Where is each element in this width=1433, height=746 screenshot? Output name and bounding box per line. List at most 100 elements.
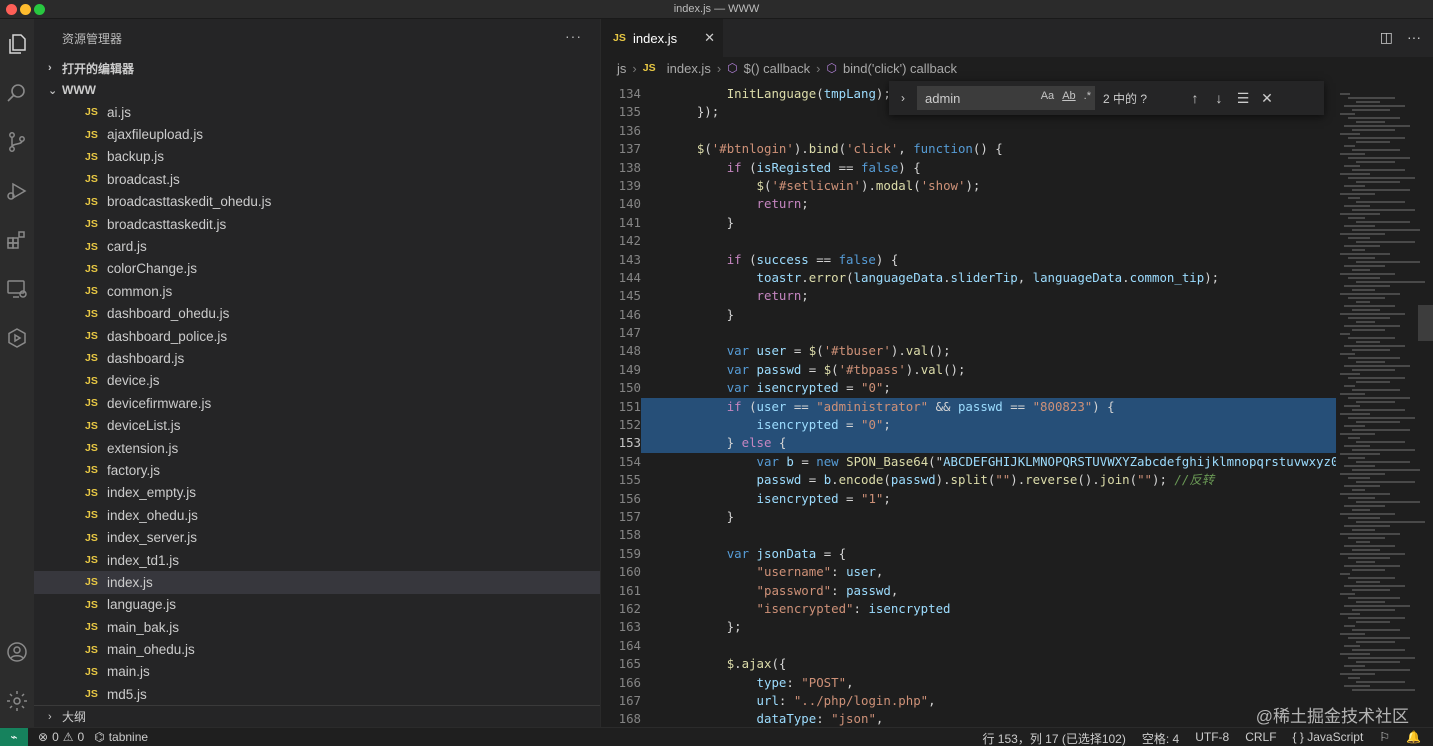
file-item[interactable]: JS dashboard_police.js [34,325,600,347]
file-item[interactable]: JS index.js [34,571,600,594]
minimap[interactable] [1336,85,1433,727]
code-line[interactable]: 151 if (user == "administrator" && passw… [601,397,1336,417]
files-icon[interactable] [4,31,30,57]
extensions-icon[interactable] [4,227,30,253]
code-line[interactable]: 157 } [601,508,1336,526]
run-debug-icon[interactable] [4,178,30,204]
source-control-icon[interactable] [4,129,30,155]
code-line[interactable]: 152 isencrypted = "0"; [601,416,1336,435]
match-case-button[interactable]: Aa [1041,90,1054,102]
file-item[interactable]: JS devicefirmware.js [34,392,600,414]
encoding[interactable]: UTF-8 [1195,730,1229,746]
code-line[interactable]: 164 [601,637,1336,655]
outline-section[interactable]: › 大纲 [34,705,600,727]
search-icon[interactable] [4,80,30,106]
file-item[interactable]: JS index_ohedu.js [34,504,600,526]
file-item[interactable]: JS md5.js [34,683,600,705]
code-line[interactable]: 136 [601,122,1336,140]
file-item[interactable]: JS broadcasttaskedit_ohedu.js [34,191,600,213]
code-line[interactable]: 138 if (isRegisted == false) { [601,159,1336,177]
file-item[interactable]: JS broadcast.js [34,168,600,190]
file-item[interactable]: JS dashboard.js [34,347,600,369]
code-line[interactable]: 154 var b = new SPON_Base64("ABCDEFGHIJK… [601,453,1336,471]
code-line[interactable]: 144 toastr.error(languageData.sliderTip,… [601,269,1336,287]
code-line[interactable]: 160 "username": user, [601,563,1336,581]
code-line[interactable]: 149 var passwd = $('#tbpass').val(); [601,361,1336,379]
toggle-replace-icon[interactable]: › [889,91,917,105]
cursor-position[interactable]: 行 153，列 17 (已选择102) [982,730,1125,746]
file-item[interactable]: JS card.js [34,235,600,257]
code-line[interactable]: 163 }; [601,618,1336,636]
testing-icon[interactable] [4,325,30,351]
indentation[interactable]: 空格: 4 [1142,730,1179,746]
code-line[interactable]: 168 dataType: "json", [601,710,1336,727]
code-line[interactable]: 161 "password": passwd, [601,582,1336,600]
language-mode[interactable]: { } JavaScript [1293,730,1364,746]
code-line[interactable]: 153 } else { [601,434,1336,453]
find-in-selection-button[interactable]: ☰ [1231,90,1255,107]
close-find-button[interactable]: ✕ [1255,90,1279,107]
breadcrumb-symbol-2[interactable]: bind('click') callback [843,61,957,76]
tab-index-js[interactable]: JS index.js ✕ [601,19,723,57]
file-item[interactable]: JS dashboard_ohedu.js [34,303,600,325]
file-item[interactable]: JS index_empty.js [34,482,600,504]
code-line[interactable]: 166 type: "POST", [601,674,1336,692]
line-ending[interactable]: CRLF [1245,730,1276,746]
problems-indicator[interactable]: ⊗ 0 ⚠ 0 [38,730,84,744]
file-item[interactable]: JS backup.js [34,146,600,168]
open-editors-section[interactable]: › 打开的编辑器 [34,57,600,79]
file-item[interactable]: JS common.js [34,280,600,302]
code-line[interactable]: 141 } [601,214,1336,232]
regex-button[interactable]: .* [1084,90,1091,102]
match-word-button[interactable]: Ab [1062,90,1075,102]
code-line[interactable]: 155 passwd = b.encode(passwd).split("").… [601,471,1336,489]
minimap-scrollbar[interactable] [1418,305,1433,341]
code-line[interactable]: 159 var jsonData = { [601,545,1336,563]
breadcrumb-folder[interactable]: js [617,61,626,76]
account-icon[interactable] [4,639,30,665]
workspace-folder[interactable]: ⌄ WWW [34,79,600,101]
file-item[interactable]: JS ai.js [34,101,600,123]
file-item[interactable]: JS factory.js [34,459,600,481]
code-line[interactable]: 139 $('#setlicwin').modal('show'); [601,177,1336,195]
file-item[interactable]: JS deviceList.js [34,414,600,436]
file-item[interactable]: JS main.js [34,661,600,683]
find-input[interactable]: admin Aa Ab .* [917,86,1095,110]
tabnine-status[interactable]: ⌬ tabnine [94,730,148,744]
code-line[interactable]: 156 isencrypted = "1"; [601,490,1336,508]
file-item[interactable]: JS main_ohedu.js [34,638,600,660]
more-actions-icon[interactable]: ··· [1407,29,1421,46]
code-line[interactable]: 137 $('#btnlogin').bind('click', functio… [601,140,1336,158]
breadcrumb-file[interactable]: index.js [667,61,711,76]
previous-match-button[interactable]: ↑ [1183,90,1207,106]
code-line[interactable]: 146 } [601,306,1336,324]
file-item[interactable]: JS main_bak.js [34,616,600,638]
code-line[interactable]: 150 var isencrypted = "0"; [601,379,1336,397]
code-line[interactable]: 158 [601,526,1336,544]
remote-indicator-icon[interactable]: ⌁ [0,727,28,746]
code-line[interactable]: 165 $.ajax({ [601,655,1336,673]
notifications-icon[interactable]: 🔔 [1406,730,1421,746]
file-item[interactable]: JS extension.js [34,437,600,459]
file-item[interactable]: JS device.js [34,370,600,392]
file-item[interactable]: JS language.js [34,594,600,616]
settings-gear-icon[interactable] [4,688,30,714]
close-tab-button[interactable]: ✕ [704,30,715,46]
breadcrumb-symbol-1[interactable]: $() callback [744,61,810,76]
split-editor-icon[interactable]: ◫ [1380,29,1393,46]
file-item[interactable]: JS broadcasttaskedit.js [34,213,600,235]
file-item[interactable]: JS colorChange.js [34,258,600,280]
code-line[interactable]: 142 [601,232,1336,250]
code-line[interactable]: 147 [601,324,1336,342]
more-actions-button[interactable]: ··· [565,28,582,44]
code-line[interactable]: 145 return; [601,287,1336,305]
file-item[interactable]: JS ajaxfileupload.js [34,123,600,145]
file-item[interactable]: JS index_td1.js [34,549,600,571]
next-match-button[interactable]: ↓ [1207,90,1231,106]
code-line[interactable]: 143 if (success == false) { [601,251,1336,269]
feedback-icon[interactable]: ⚐ [1379,730,1390,746]
remote-explorer-icon[interactable] [4,276,30,302]
code-area[interactable]: 134 InitLanguage(tmpLang); 135 }); 136 137 … [601,85,1336,727]
code-line[interactable]: 167 url: "../php/login.php", [601,692,1336,710]
code-line[interactable]: 140 return; [601,195,1336,213]
